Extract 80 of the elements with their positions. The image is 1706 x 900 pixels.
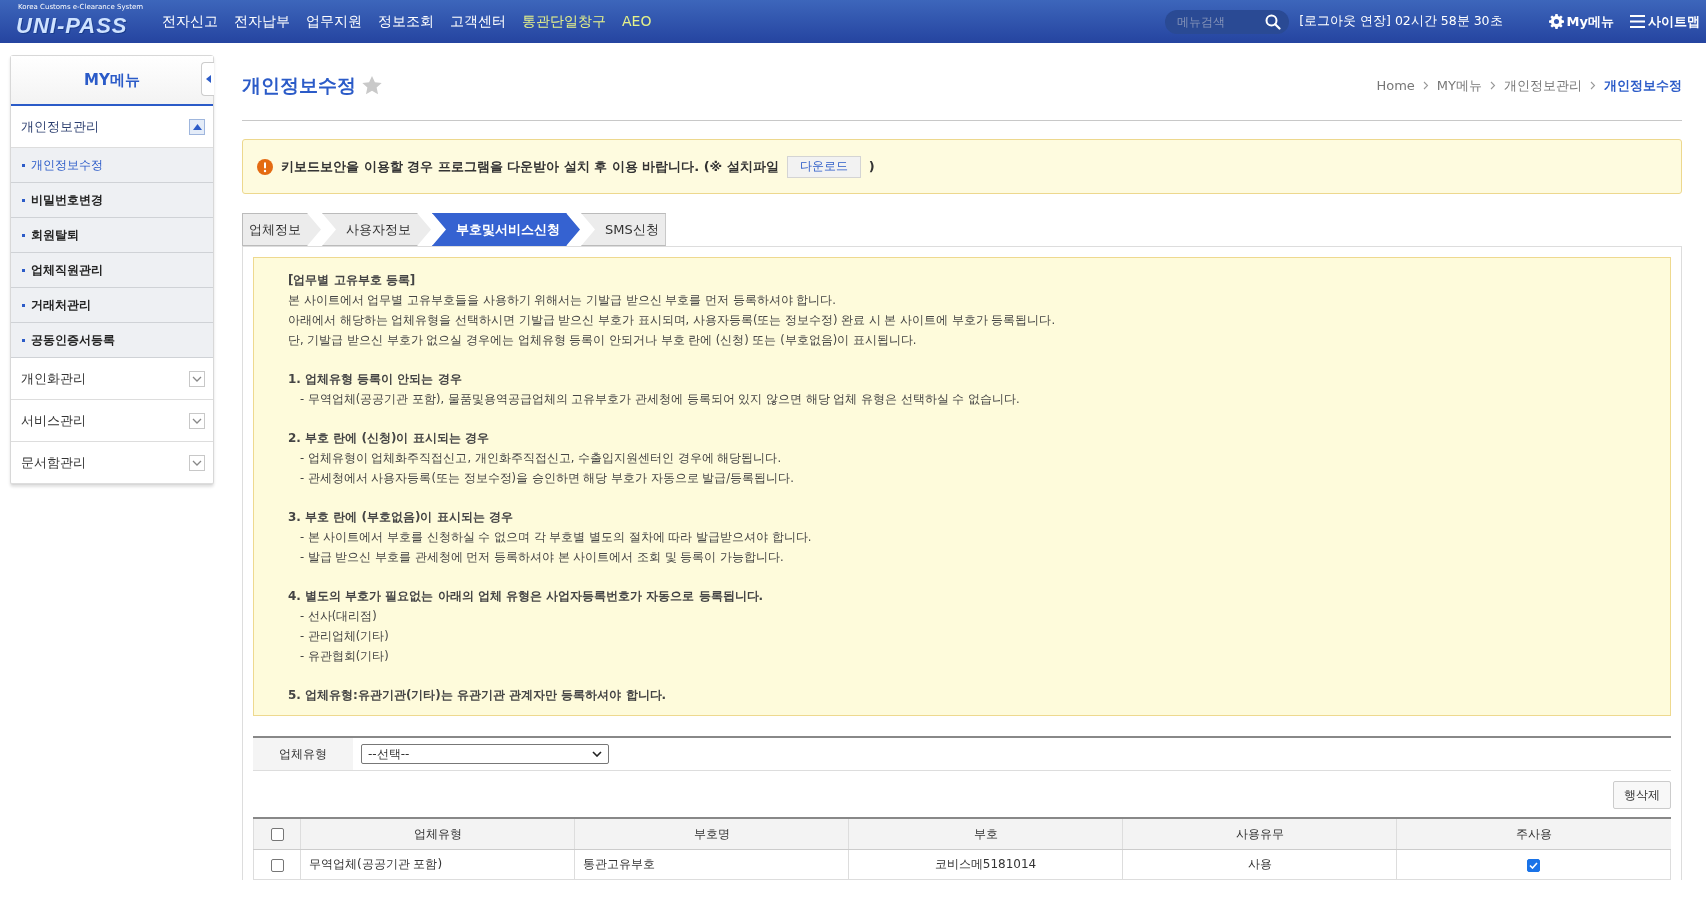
- table-cell: 코비스메5181014: [848, 849, 1123, 880]
- section-heading: 3. 부호 란에 (부호없음)이 표시되는 경우: [288, 509, 514, 526]
- search-field[interactable]: 메뉴검색: [1165, 9, 1290, 34]
- sidebar-group[interactable]: 문서함관리: [11, 442, 213, 484]
- info-text: 단, 기발급 받으신 부호가 없으실 경우에는 업체유형 등록이 안되거나 부호 란에 (신청) 또는 (부호없음)이 표시됩니다.: [288, 332, 918, 349]
- sidebar-item[interactable]: 공동인증서등록: [11, 323, 213, 358]
- sidebar-title: MY메뉴: [84, 70, 140, 90]
- nav-link[interactable]: 전자납부: [234, 12, 290, 31]
- table-cell: 무역업체(공공기관 포함): [300, 849, 575, 880]
- table-cell: 통관고유부호: [574, 849, 849, 880]
- column-header: 업체유형: [300, 818, 575, 850]
- checkbox[interactable]: [270, 858, 284, 872]
- sidebar-item[interactable]: 업체직원관리: [11, 253, 213, 288]
- section-heading: 1. 업체유형 등록이 안되는 경우: [288, 371, 463, 388]
- sidebar-item[interactable]: 비밀번호변경: [11, 183, 213, 218]
- info-text: - 관리업체(기타): [299, 628, 390, 645]
- caret-left-icon: [205, 75, 211, 83]
- info-text: - 관세청에서 사용자등록(또는 정보수정)을 승인하면 해당 부호가 자동으로 발급/등록됩니다.: [299, 470, 795, 487]
- sidebar-item[interactable]: 개인정보수정: [11, 148, 213, 183]
- chevron-icon: [1590, 81, 1596, 90]
- notice-text: ): [868, 159, 875, 174]
- caret-down-icon[interactable]: [189, 370, 205, 387]
- section-heading: 4. 별도의 부호가 필요없는 아래의 업체 유형은 사업자등록번호가 자동으로 등록됩니다.: [288, 588, 765, 605]
- sidebar-group[interactable]: 개인화관리: [11, 358, 213, 400]
- session-timer[interactable]: [로그아웃 연장] 02시간 58분 30초: [1299, 13, 1503, 30]
- header-link[interactable]: 사이트맵: [1630, 12, 1700, 31]
- section-heading: 2. 부호 란에 (신청)이 표시되는 경우: [288, 430, 490, 447]
- header-link[interactable]: My메뉴: [1548, 12, 1614, 31]
- caret-down-icon[interactable]: [189, 412, 205, 429]
- nav-link[interactable]: 정보조회: [378, 12, 434, 31]
- warning-icon: [257, 158, 273, 175]
- type-select[interactable]: --선택--: [361, 744, 609, 764]
- info-text: - 본 사이트에서 부호를 신청하실 수 없으며 각 부호별 별도의 절차에 따라 발급받으셔야 합니다.: [299, 529, 813, 546]
- download-button[interactable]: 다운로드: [786, 155, 861, 178]
- chevron-icon: [1422, 81, 1429, 90]
- breadcrumb-link[interactable]: 개인정보관리: [1504, 76, 1582, 95]
- sidebar-item[interactable]: 회원탈퇴: [11, 218, 213, 253]
- checkbox[interactable]: [1527, 858, 1540, 872]
- column-header: 사용유무: [1122, 818, 1397, 850]
- breadcrumb-link[interactable]: Home: [1376, 78, 1415, 93]
- search-icon[interactable]: [1265, 13, 1282, 30]
- nav-link[interactable]: 업무지원: [306, 12, 362, 31]
- caret-down-icon[interactable]: [189, 454, 205, 471]
- info-heading: [업무별 고유부호 등록]: [288, 272, 417, 289]
- nav-link[interactable]: AEO: [622, 12, 652, 31]
- nav-link[interactable]: 통관단일창구: [522, 12, 606, 31]
- info-text: - 발급 받으신 부호를 관세청에 먼저 등록하셔야 본 사이트에서 조회 및 등록이 가능합니다.: [299, 549, 785, 566]
- tab[interactable]: 업체정보: [242, 213, 321, 246]
- section-heading: 5. 업체유형:유관기관(기타)는 유관기관 관계자만 등록하셔야 합니다.: [288, 687, 668, 704]
- caret-down-icon: [592, 751, 602, 757]
- tab[interactable]: 사용자정보: [322, 213, 431, 246]
- field-label: 업체유형: [253, 738, 353, 770]
- info-text: - 무역업체(공공기관 포함), 물품및용역공급업체의 고유부호가 관세청에 등록되어 있지 않으면 해당 업체 유형은 선택하실 수 없습니다.: [299, 391, 1021, 408]
- notice-text: 키보드보안을 이용할 경우 프로그램을 다운받아 설치 후 이용 바랍니다. (※ 설치파일: [281, 157, 779, 176]
- page-title: 개인정보수정: [242, 72, 356, 98]
- tab[interactable]: SMS신청: [581, 213, 666, 246]
- info-text: 본 사이트에서 업무별 고유부호들을 사용하기 위해서는 기발급 받으신 부호를 먼저 등록하셔야 합니다.: [288, 292, 837, 309]
- checkbox[interactable]: [270, 828, 284, 841]
- column-header: 부호: [848, 818, 1123, 850]
- breadcrumb-link[interactable]: 개인정보수정: [1604, 76, 1682, 95]
- sidebar-item[interactable]: 거래처관리: [11, 288, 213, 323]
- nav-link[interactable]: 전자신고: [162, 12, 218, 31]
- info-text: - 유관협회(기타): [299, 648, 390, 665]
- sidebar-group[interactable]: 서비스관리: [11, 400, 213, 442]
- caret-up-icon[interactable]: [189, 118, 205, 135]
- info-text: - 선사(대리점): [299, 608, 378, 625]
- star-icon[interactable]: [362, 76, 382, 95]
- info-text: - 업체유형이 업체화주직접신고, 개인화주직접신고, 수출입지원센터인 경우에 해당됩니다.: [299, 450, 783, 467]
- table-cell: 사용: [1122, 849, 1397, 880]
- tab[interactable]: 부호및서비스신청: [432, 213, 580, 246]
- chevron-icon: [1490, 81, 1496, 90]
- info-text: 아래에서 해당하는 업체유형을 선택하시면 기발급 받으신 부호가 표시되며, 사용자등록(또는 정보수정) 완료 시 본 사이트에 부호가 등록됩니다.: [288, 312, 1057, 329]
- gear-icon: [1548, 14, 1564, 29]
- breadcrumb-link[interactable]: MY메뉴: [1436, 76, 1482, 95]
- column-header: 부호명: [574, 818, 849, 850]
- collapse-button[interactable]: [201, 62, 214, 96]
- column-header: 주사용: [1396, 818, 1671, 850]
- nav-link[interactable]: 고객센터: [450, 12, 506, 31]
- delete-row-button[interactable]: 행삭제: [1613, 781, 1671, 809]
- menu-icon: [1630, 15, 1645, 28]
